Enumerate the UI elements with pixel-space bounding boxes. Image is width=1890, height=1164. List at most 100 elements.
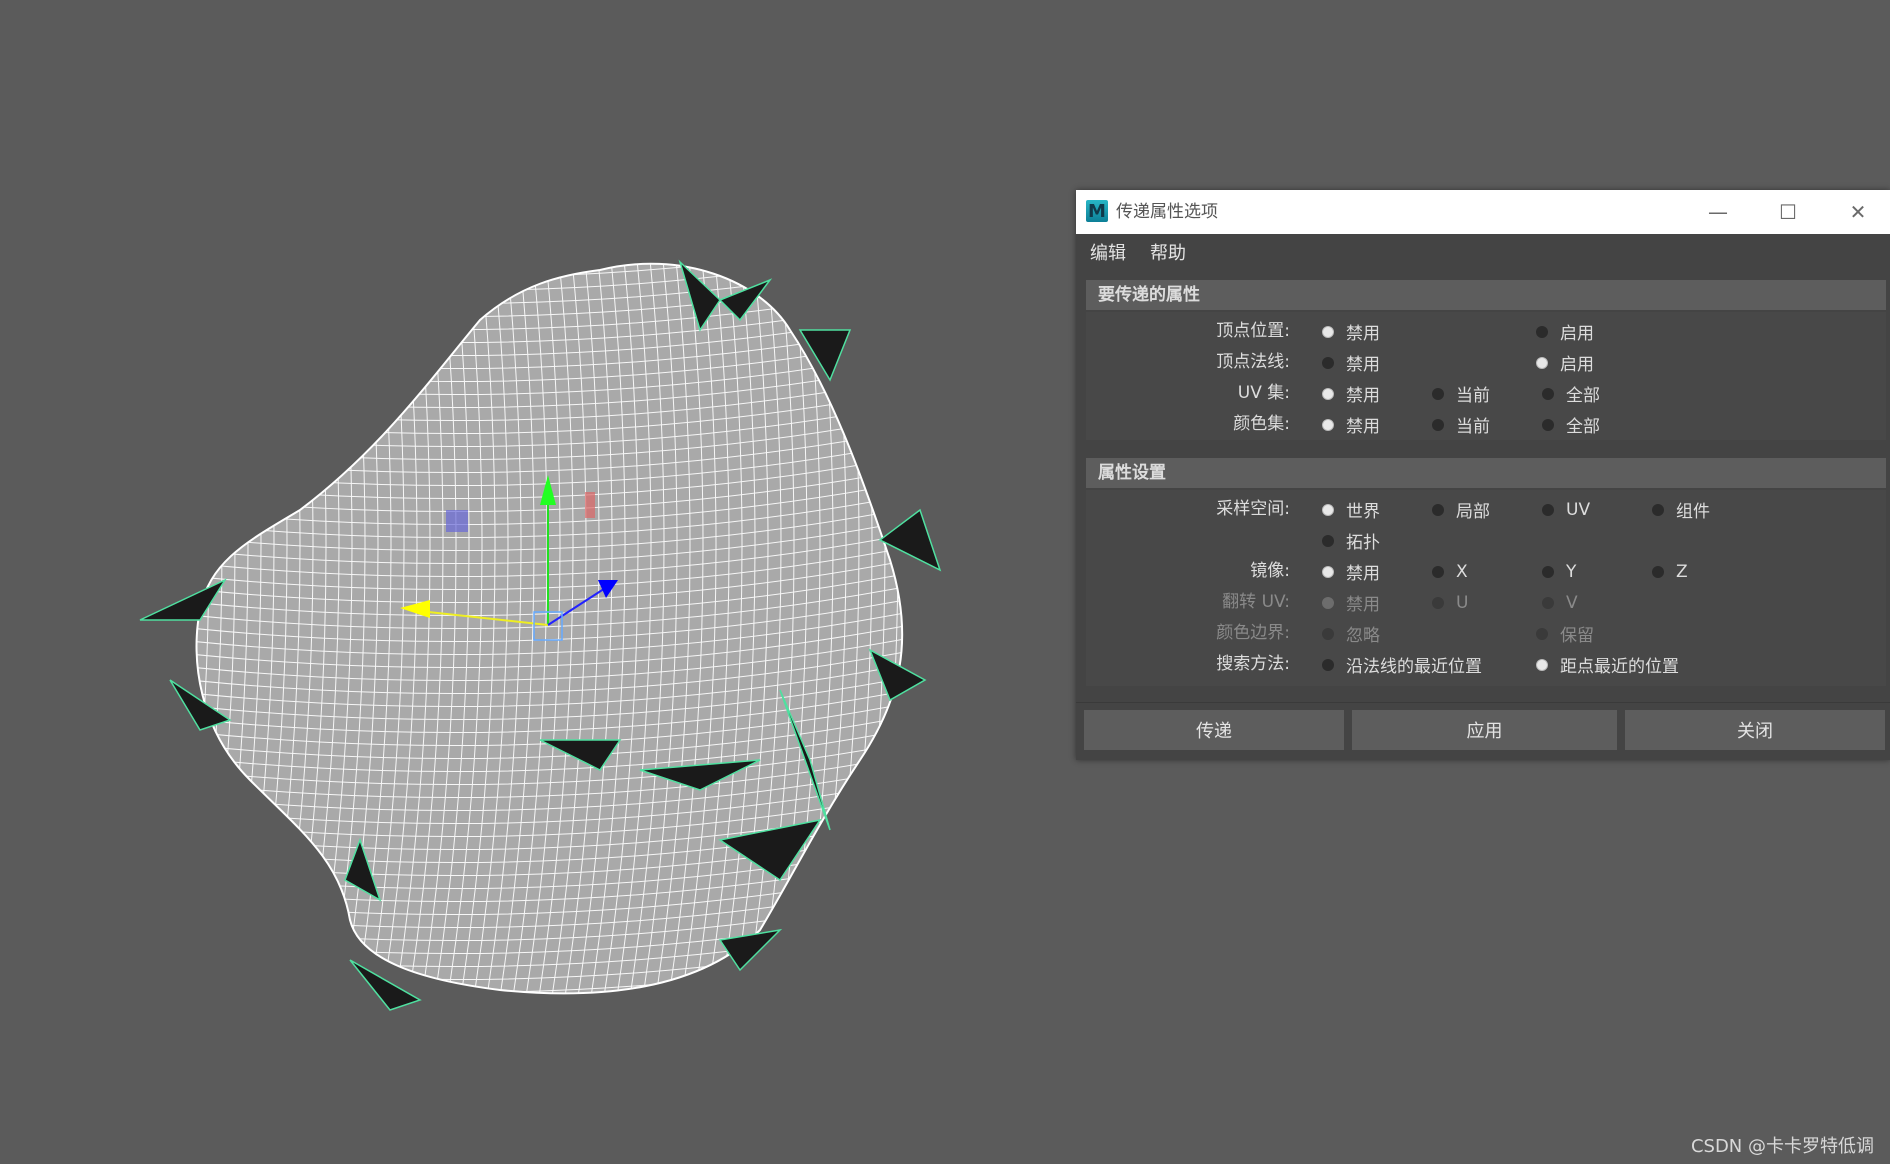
radio-option[interactable]: 全部 [1542,409,1600,440]
button-bar: 传递 应用 关闭 [1076,710,1890,754]
radio-option: 禁用 [1322,587,1380,618]
radio-option[interactable]: 启用 [1536,316,1594,347]
radio-option[interactable]: 禁用 [1322,556,1380,587]
option-row: UV 集: 禁用 当前 全部 [1086,378,1886,409]
section-header-settings[interactable]: 属性设置 [1086,458,1886,488]
radio-dot-icon [1542,596,1554,609]
transfer-button[interactable]: 传递 [1084,710,1344,750]
radio-label: 距点最近的位置 [1560,657,1679,677]
radio-dot-icon[interactable] [1652,503,1664,516]
radio-label: 禁用 [1346,595,1380,615]
radio-option[interactable]: 当前 [1432,378,1490,409]
radio-dot-icon[interactable] [1542,565,1554,578]
radio-option[interactable]: 禁用 [1322,316,1380,347]
radio-option[interactable]: 禁用 [1322,347,1380,378]
radio-label: 启用 [1560,324,1594,344]
radio-dot-icon[interactable] [1432,418,1444,431]
radio-dot-icon[interactable] [1536,658,1548,671]
grid-line [900,263,903,994]
radio-label: 禁用 [1346,417,1380,437]
close-icon[interactable]: ✕ [1828,190,1888,234]
radio-dot-icon[interactable] [1322,325,1334,338]
radio-dot-icon[interactable] [1322,418,1334,431]
radio-option[interactable]: 全部 [1542,378,1600,409]
radio-label: 组件 [1676,502,1710,522]
radio-dot-icon[interactable] [1542,503,1554,516]
radio-dot-icon[interactable] [1322,565,1334,578]
radio-label: 禁用 [1346,386,1380,406]
close-button[interactable]: 关闭 [1625,710,1885,750]
radio-dot-icon[interactable] [1322,534,1334,547]
radio-option[interactable]: 世界 [1322,494,1380,525]
radio-label: 启用 [1560,355,1594,375]
radio-option: 忽略 [1322,618,1380,649]
radio-label: 全部 [1566,386,1600,406]
radio-option[interactable]: 禁用 [1322,409,1380,440]
watermark: CSDN @卡卡罗特低调 [1690,1136,1874,1157]
radio-dot-icon[interactable] [1432,565,1444,578]
radio-dot-icon[interactable] [1432,387,1444,400]
radio-option: V [1542,587,1578,618]
radio-dot-icon [1322,627,1334,640]
section-body-transfer: 顶点位置: 禁用 启用 顶点法线: 禁用 启用 UV 集: 禁用 当前 全部 颜色集: 禁用 当前 全部 [1086,312,1886,440]
radio-label: 忽略 [1346,626,1380,646]
section-header-transfer[interactable]: 要传递的属性 [1086,280,1886,310]
radio-option: U [1432,587,1468,618]
radio-option[interactable]: 启用 [1536,347,1594,378]
apply-button[interactable]: 应用 [1352,710,1617,750]
radio-label: 禁用 [1346,564,1380,584]
radio-dot-icon[interactable] [1652,565,1664,578]
section-body-settings: 采样空间: 世界 局部 UV 组件 拓扑 镜像: 禁用 X Y Z 翻转 UV: 禁用 U V 颜色边界: 忽略… [1086,490,1886,686]
radio-dot-icon [1432,596,1444,609]
menu-help[interactable]: 帮助 [1150,239,1186,265]
row-label: 颜色边界: [1216,623,1290,643]
radio-option[interactable]: 距点最近的位置 [1536,649,1679,680]
mesh-surface [195,262,904,995]
radio-label: 局部 [1456,502,1490,522]
grid-line [196,263,903,279]
radio-dot-icon [1322,596,1334,609]
radio-label: Y [1566,561,1577,582]
maximize-icon[interactable]: ☐ [1758,190,1818,234]
radio-option[interactable]: UV [1542,494,1590,525]
radio-option[interactable]: 拓扑 [1322,525,1380,556]
radio-label: 禁用 [1346,355,1380,375]
row-label: UV 集: [1237,383,1290,403]
radio-option[interactable]: Z [1652,556,1688,587]
grid-line [914,240,950,1010]
title-bar[interactable]: M 传递属性选项 — ☐ ✕ [1076,190,1890,234]
row-label: 顶点法线: [1216,352,1290,372]
radio-option[interactable]: Y [1542,556,1576,587]
option-row: 顶点法线: 禁用 启用 [1086,347,1886,378]
radio-option[interactable]: 沿法线的最近位置 [1322,649,1482,680]
radio-option[interactable]: 当前 [1432,409,1490,440]
menu-edit[interactable]: 编辑 [1090,239,1126,265]
radio-dot-icon[interactable] [1542,418,1554,431]
radio-dot-icon[interactable] [1432,503,1444,516]
grid-line [160,240,196,1010]
option-row: 搜索方法: 沿法线的最近位置 距点最近的位置 [1086,649,1886,680]
radio-dot-icon[interactable] [1536,325,1548,338]
radio-option: 保留 [1536,618,1594,649]
radio-label: 沿法线的最近位置 [1346,657,1482,677]
radio-option[interactable]: X [1432,556,1468,587]
minimize-icon[interactable]: — [1688,190,1748,234]
option-row: 颜色边界: 忽略 保留 [1086,618,1886,649]
radio-dot-icon[interactable] [1542,387,1554,400]
maya-app-icon: M [1086,200,1108,222]
option-row: 顶点位置: 禁用 启用 [1086,316,1886,347]
menu-bar: 编辑 帮助 [1076,234,1890,270]
radio-dot-icon[interactable] [1536,356,1548,369]
radio-dot-icon[interactable] [1322,503,1334,516]
radio-label: 当前 [1456,386,1490,406]
divider [1076,702,1890,703]
radio-dot-icon[interactable] [1322,387,1334,400]
radio-option[interactable]: 组件 [1652,494,1710,525]
radio-option[interactable]: 禁用 [1322,378,1380,409]
radio-label: V [1566,592,1578,613]
radio-option[interactable]: 局部 [1432,494,1490,525]
radio-dot-icon[interactable] [1322,658,1334,671]
radio-dot-icon[interactable] [1322,356,1334,369]
grid-line [927,240,963,1010]
option-row: 采样空间: 世界 局部 UV 组件 [1086,494,1886,525]
